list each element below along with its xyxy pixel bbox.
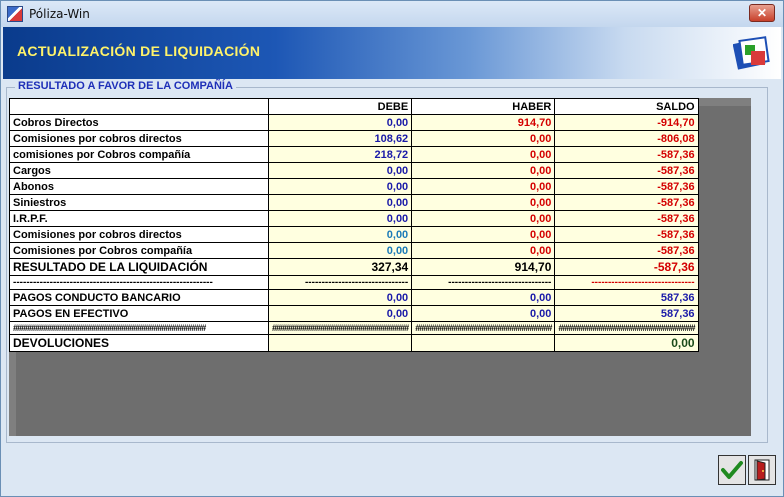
cell-debe[interactable]: 0,00 [267,194,413,211]
table-row[interactable]: Comisiones por cobros directos 108,62 0,… [9,130,699,147]
cell-debe[interactable]: 327,34 [267,258,413,276]
table-row[interactable]: Comisiones por cobros directos 0,00 0,00… [9,226,699,243]
separator-saldo: ------------------------------- [554,275,699,290]
cell-haber[interactable]: 0,00 [411,178,556,195]
cell-debe[interactable]: 0,00 [267,226,413,243]
hash-label: ########################################… [9,321,269,335]
table-row[interactable]: comisiones por Cobros compañía 218,72 0,… [9,146,699,163]
column-header-label [9,98,269,115]
table-row[interactable]: PAGOS CONDUCTO BANCARIO 0,00 0,00 587,36 [9,289,699,306]
cell-saldo[interactable]: -914,70 [554,114,699,131]
table-row[interactable]: Abonos 0,00 0,00 -587,36 [9,178,699,195]
row-label: I.R.P.F. [9,210,269,227]
row-label: PAGOS CONDUCTO BANCARIO [9,289,269,306]
cell-debe[interactable]: 108,62 [267,130,413,147]
cell-debe[interactable]: 218,72 [267,146,413,163]
cell-haber[interactable]: 914,70 [411,114,556,131]
cell-debe[interactable]: 0,00 [267,178,413,195]
table-header: DEBE HABER SALDO [9,98,699,115]
title-bar: Póliza-Win ✕ [1,1,783,27]
table-row[interactable]: PAGOS EN EFECTIVO 0,00 0,00 587,36 [9,305,699,322]
cell-debe[interactable]: 0,00 [267,289,413,306]
table-row[interactable]: Cargos 0,00 0,00 -587,36 [9,162,699,179]
result-row[interactable]: RESULTADO DE LA LIQUIDACIÓN 327,34 914,7… [9,258,699,276]
cell-saldo[interactable]: 587,36 [554,305,699,322]
row-label: Cobros Directos [9,114,269,131]
table-row[interactable]: I.R.P.F. 0,00 0,00 -587,36 [9,210,699,227]
header-banner: ACTUALIZACIÓN DE LIQUIDACIÓN [3,27,781,79]
cell-saldo[interactable]: -587,36 [554,258,699,276]
window-title: Póliza-Win [29,7,90,21]
cell-saldo[interactable]: -587,36 [554,146,699,163]
row-label: Siniestros [9,194,269,211]
cell-haber[interactable]: 0,00 [411,289,556,306]
close-button[interactable]: ✕ [749,4,775,22]
cell-saldo[interactable]: -587,36 [554,210,699,227]
exit-button[interactable] [748,455,776,485]
cell-haber[interactable]: 0,00 [411,305,556,322]
exit-door-icon [754,459,770,481]
cell-saldo[interactable]: -806,08 [554,130,699,147]
cell-haber[interactable]: 0,00 [411,146,556,163]
separator-row: ----------------------------------------… [9,275,699,290]
cell-debe[interactable]: 0,00 [267,210,413,227]
cell-saldo[interactable]: -587,36 [554,242,699,259]
app-icon [7,6,23,22]
row-label: Comisiones por cobros directos [9,226,269,243]
cell-haber[interactable]: 0,00 [411,242,556,259]
accept-button[interactable] [718,455,746,485]
cell-saldo[interactable]: 0,00 [554,334,699,352]
hash-debe: ################################## [267,321,413,335]
hash-haber: ################################## [411,321,556,335]
cell-saldo[interactable]: -587,36 [554,226,699,243]
row-label: DEVOLUCIONES [9,334,269,352]
row-label: RESULTADO DE LA LIQUIDACIÓN [9,258,269,276]
column-header-haber: HABER [411,98,556,115]
cell-debe[interactable]: 0,00 [267,305,413,322]
cell-debe[interactable] [267,334,413,352]
cell-debe[interactable]: 0,00 [267,114,413,131]
cell-haber[interactable] [411,334,556,352]
row-label: PAGOS EN EFECTIVO [9,305,269,322]
row-label: Cargos [9,162,269,179]
cell-debe[interactable]: 0,00 [267,242,413,259]
table-row[interactable]: Cobros Directos 0,00 914,70 -914,70 [9,114,699,131]
separator-label: ----------------------------------------… [9,275,269,290]
column-header-saldo: SALDO [554,98,699,115]
cell-saldo[interactable]: -587,36 [554,194,699,211]
check-icon [721,461,743,479]
cell-saldo[interactable]: -587,36 [554,162,699,179]
row-label: Comisiones por Cobros compañía [9,242,269,259]
page-title: ACTUALIZACIÓN DE LIQUIDACIÓN [17,43,261,59]
separator-haber: ------------------------------- [411,275,556,290]
brand-logo-icon [733,36,770,70]
column-header-debe: DEBE [267,98,413,115]
table-row[interactable]: Comisiones por Cobros compañía 0,00 0,00… [9,242,699,259]
row-label: comisiones por Cobros compañía [9,146,269,163]
table-row[interactable]: DEVOLUCIONES 0,00 [9,334,699,352]
cell-haber[interactable]: 0,00 [411,210,556,227]
cell-haber[interactable]: 0,00 [411,226,556,243]
row-label: Comisiones por cobros directos [9,130,269,147]
cell-haber[interactable]: 914,70 [411,258,556,276]
separator-debe: ------------------------------- [267,275,413,290]
cell-debe[interactable]: 0,00 [267,162,413,179]
group-title: RESULTADO A FAVOR DE LA COMPAÑÍA [15,80,236,92]
cell-saldo[interactable]: -587,36 [554,178,699,195]
cell-haber[interactable]: 0,00 [411,130,556,147]
row-label: Abonos [9,178,269,195]
liquidation-table: DEBE HABER SALDO Cobros Directos 0,00 91… [9,98,699,352]
hash-separator-row: ########################################… [9,321,699,335]
cell-haber[interactable]: 0,00 [411,194,556,211]
hash-saldo: ################################## [554,321,699,335]
cell-haber[interactable]: 0,00 [411,162,556,179]
cell-saldo[interactable]: 587,36 [554,289,699,306]
table-row[interactable]: Siniestros 0,00 0,00 -587,36 [9,194,699,211]
